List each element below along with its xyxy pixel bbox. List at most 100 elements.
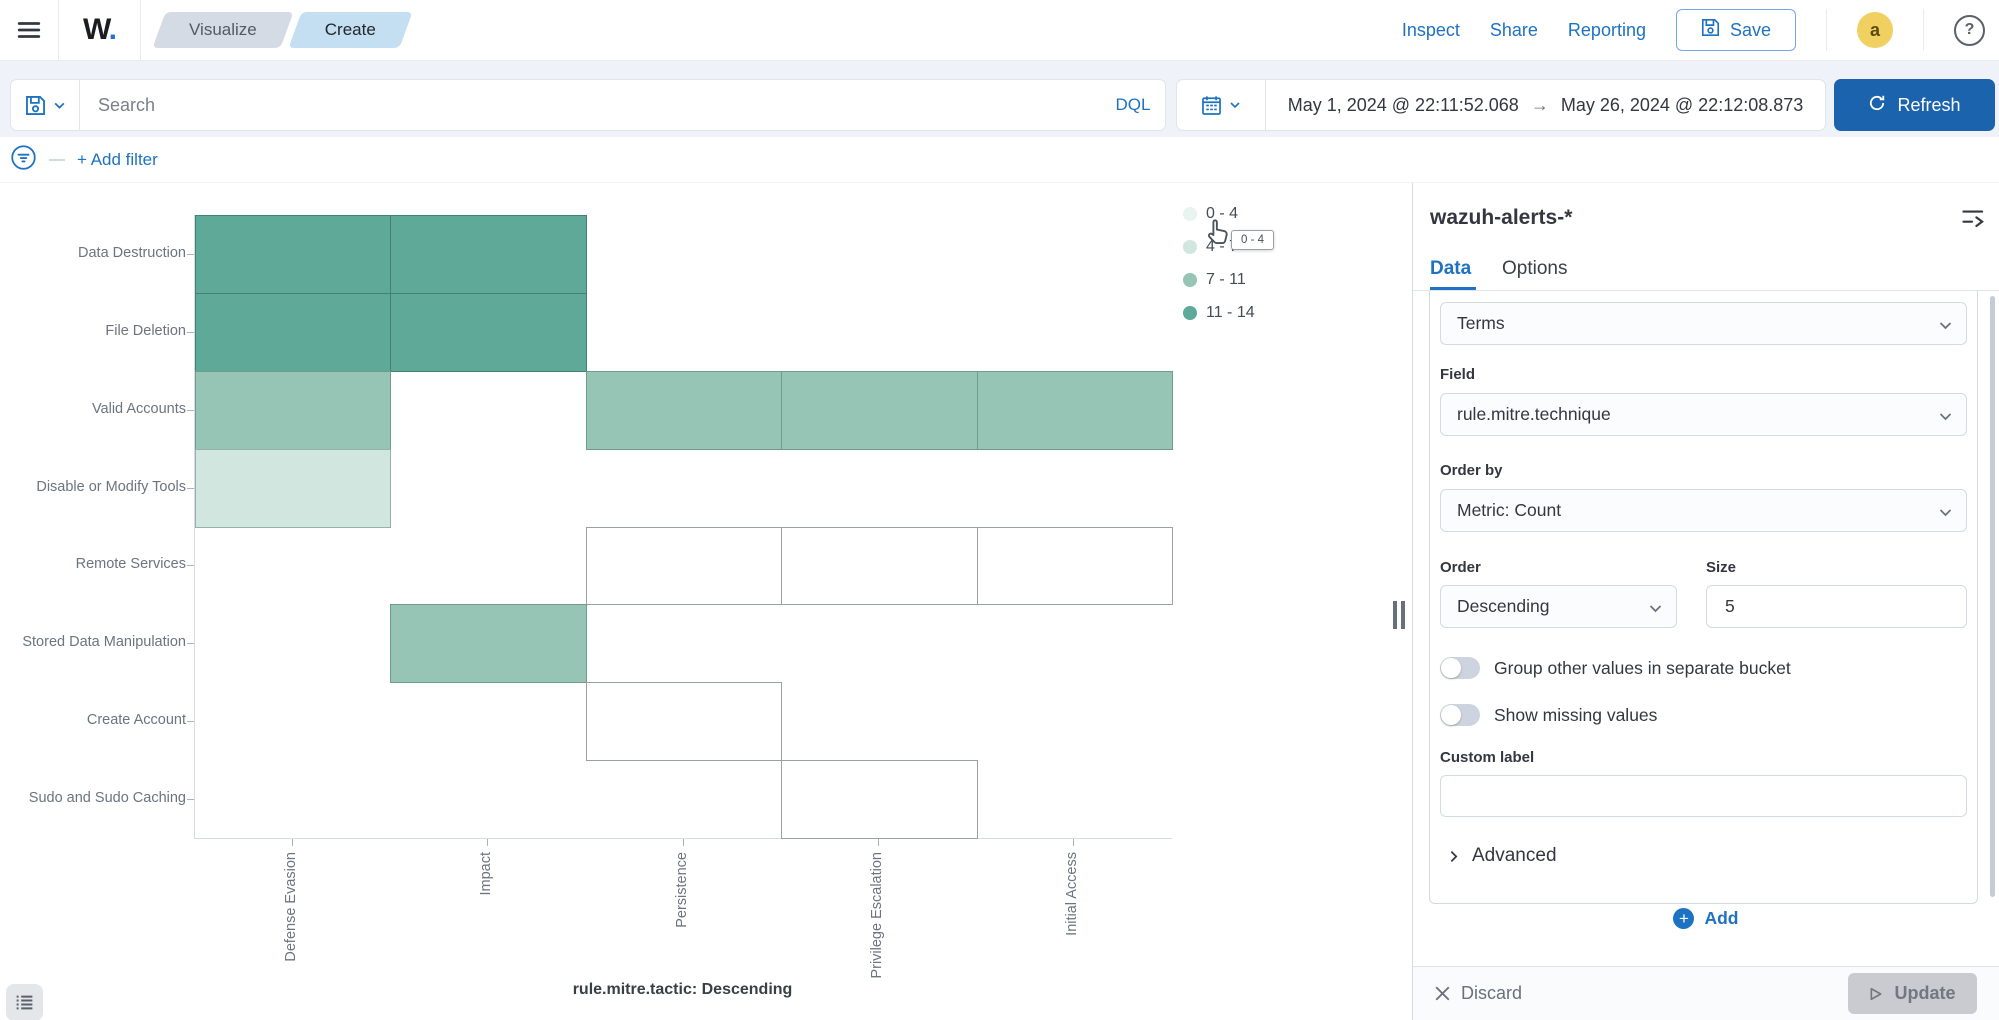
menu-icon[interactable] <box>14 15 44 45</box>
inspect-link[interactable]: Inspect <box>1402 20 1460 41</box>
size-label: Size <box>1706 559 1736 576</box>
custom-label-input[interactable] <box>1457 785 1950 808</box>
saved-query-menu-button[interactable] <box>11 80 80 130</box>
heatmap-cell[interactable] <box>977 527 1173 606</box>
save-icon <box>1701 18 1720 42</box>
chevron-down-icon <box>1648 600 1663 621</box>
date-to[interactable]: May 26, 2024 @ 22:12:08.873 <box>1561 95 1803 116</box>
legend-toggle-button[interactable] <box>6 984 43 1020</box>
chevron-down-icon <box>1938 317 1953 338</box>
heatmap-cell[interactable] <box>390 293 586 372</box>
dql-button[interactable]: DQL <box>1101 80 1165 130</box>
heatmap-cell[interactable] <box>390 215 586 294</box>
index-pattern-title: wazuh-alerts-* <box>1430 206 1572 230</box>
search-input[interactable] <box>80 80 1101 130</box>
play-icon <box>1869 987 1883 1001</box>
legend-tooltip: 0 - 4 <box>1231 230 1274 250</box>
heatmap-cell[interactable] <box>586 682 782 761</box>
custom-label-label: Custom label <box>1440 749 1534 766</box>
date-picker: May 1, 2024 @ 22:11:52.068 → May 26, 202… <box>1176 79 1826 131</box>
heatmap-cell[interactable] <box>781 760 977 839</box>
date-range[interactable]: May 1, 2024 @ 22:11:52.068 → May 26, 202… <box>1266 80 1825 130</box>
x-axis-tick <box>683 839 684 846</box>
show-missing-toggle[interactable] <box>1440 704 1480 726</box>
heatmap-cell[interactable] <box>390 604 586 683</box>
order-by-select[interactable]: Metric: Count <box>1440 489 1967 532</box>
reporting-link[interactable]: Reporting <box>1568 20 1646 41</box>
panel-scrollbar[interactable] <box>1990 296 1995 897</box>
legend-swatch <box>1183 207 1197 221</box>
size-input[interactable] <box>1723 595 1950 618</box>
close-icon <box>1435 986 1450 1001</box>
show-missing-label: Show missing values <box>1494 705 1657 726</box>
heatmap-cell[interactable] <box>586 527 782 606</box>
divider <box>1826 9 1827 51</box>
top-nav: W. Visualize Create Inspect Share Report… <box>0 0 1999 61</box>
nav-actions: Inspect Share Reporting Save a ? <box>1402 9 1985 51</box>
share-link[interactable]: Share <box>1490 20 1538 41</box>
chevron-down-icon <box>1938 408 1953 429</box>
x-axis-title: rule.mitre.tactic: Descending <box>194 981 1171 999</box>
custom-label-wrap <box>1440 775 1967 817</box>
heatmap-cell[interactable] <box>195 215 391 294</box>
x-axis-label: Impact <box>478 852 494 896</box>
collapse-panel-icon[interactable] <box>1962 208 1985 236</box>
group-other-label: Group other values in separate bucket <box>1494 658 1791 679</box>
help-icon[interactable]: ? <box>1954 15 1985 46</box>
y-axis-label: Stored Data Manipulation <box>0 634 186 650</box>
breadcrumb: Visualize Create <box>159 12 406 48</box>
x-axis-tick <box>1073 839 1074 846</box>
date-arrow: → <box>1531 95 1549 116</box>
heatmap-cell[interactable] <box>781 527 977 606</box>
chevron-right-icon <box>1447 850 1460 863</box>
update-button[interactable]: Update <box>1848 973 1977 1014</box>
filter-icon[interactable] <box>10 144 37 176</box>
heatmap-cell[interactable] <box>977 371 1173 450</box>
tab-options[interactable]: Options <box>1502 258 1567 280</box>
avatar[interactable]: a <box>1857 12 1893 48</box>
save-button[interactable]: Save <box>1676 9 1796 51</box>
refresh-button[interactable]: Refresh <box>1834 79 1995 131</box>
heatmap-cell[interactable] <box>586 371 782 450</box>
add-filter-button[interactable]: + Add filter <box>77 150 158 170</box>
y-axis-tick <box>187 721 194 722</box>
list-icon <box>14 992 35 1013</box>
legend-swatch <box>1183 306 1197 320</box>
add-bucket-button[interactable]: + Add <box>1413 908 1999 929</box>
field-label: Field <box>1440 366 1475 383</box>
order-by-label: Order by <box>1440 462 1503 479</box>
divider <box>58 0 59 60</box>
x-axis-label: Privilege Escalation <box>869 852 885 979</box>
field-select[interactable]: rule.mitre.technique <box>1440 393 1967 436</box>
breadcrumb-create[interactable]: Create <box>295 12 406 48</box>
discard-button[interactable]: Discard <box>1435 983 1522 1004</box>
order-select[interactable]: Descending <box>1440 585 1677 628</box>
app-logo[interactable]: W. <box>73 13 126 47</box>
calendar-menu-button[interactable] <box>1177 80 1266 130</box>
heatmap-cell[interactable] <box>195 371 391 450</box>
legend-item[interactable]: 11 - 14 <box>1183 303 1255 323</box>
tab-data[interactable]: Data <box>1430 258 1471 280</box>
x-axis-label: Defense Evasion <box>283 852 299 962</box>
panel-resize-handle[interactable] <box>1393 601 1405 629</box>
group-other-toggle[interactable] <box>1440 657 1480 679</box>
date-from[interactable]: May 1, 2024 @ 22:11:52.068 <box>1288 95 1519 116</box>
legend-swatch <box>1183 240 1197 254</box>
y-axis-tick <box>187 643 194 644</box>
mouse-cursor <box>1203 216 1235 253</box>
heatmap-cell[interactable] <box>195 293 391 372</box>
x-axis-tick <box>487 839 488 846</box>
heatmap-cell[interactable] <box>195 449 391 528</box>
advanced-toggle[interactable]: Advanced <box>1447 845 1557 867</box>
search-bar: DQL <box>10 79 1166 131</box>
size-input-wrap <box>1706 585 1967 628</box>
heatmap-cell[interactable] <box>781 371 977 450</box>
agg-type-select[interactable]: Terms <box>1440 302 1967 345</box>
legend-swatch <box>1183 273 1197 287</box>
y-axis-tick <box>187 332 194 333</box>
y-axis-tick <box>187 410 194 411</box>
breadcrumb-visualize[interactable]: Visualize <box>159 12 287 48</box>
heatmap-plot <box>194 215 1172 839</box>
order-label: Order <box>1440 559 1481 576</box>
legend-item[interactable]: 7 - 11 <box>1183 270 1255 290</box>
